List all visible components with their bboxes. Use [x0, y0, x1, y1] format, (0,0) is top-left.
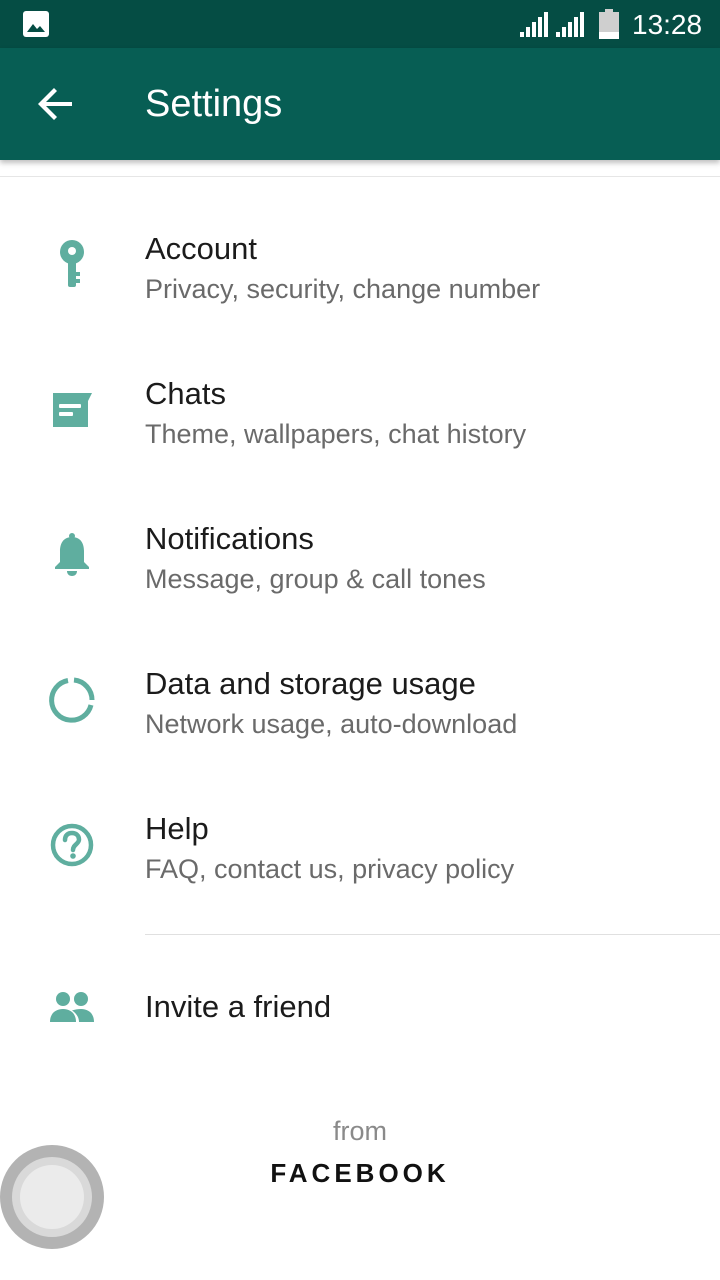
settings-item-notifications[interactable]: Notifications Message, group & call tone… [0, 485, 720, 630]
arrow-left-icon [38, 88, 72, 120]
gallery-icon [23, 11, 49, 37]
page-title: Settings [145, 83, 283, 125]
signal-icon [520, 12, 548, 37]
key-icon [60, 240, 84, 287]
settings-item-subtitle: Network usage, auto-download [145, 709, 518, 739]
back-button[interactable] [20, 68, 92, 140]
divider [0, 176, 720, 177]
divider [145, 934, 720, 935]
status-bar: 13:28 [0, 0, 720, 48]
brand-label: FACEBOOK [270, 1158, 450, 1188]
invite-friend-label: Invite a friend [145, 989, 332, 1024]
invite-friend-item[interactable]: Invite a friend [0, 952, 720, 1062]
assistive-touch-button[interactable] [0, 1145, 104, 1249]
settings-item-title: Chats [145, 376, 226, 411]
settings-item-title: Data and storage usage [145, 666, 476, 701]
help-icon [50, 823, 94, 867]
assistive-touch-core [20, 1165, 84, 1229]
signal-icon [556, 12, 584, 37]
settings-item-subtitle: Privacy, security, change number [145, 274, 541, 304]
app-bar: Settings [0, 48, 720, 160]
settings-item-chats[interactable]: Chats Theme, wallpapers, chat history [0, 340, 720, 485]
settings-item-subtitle: Theme, wallpapers, chat history [145, 419, 527, 449]
from-label: from [333, 1116, 387, 1146]
settings-item-title: Help [145, 811, 209, 846]
bell-icon [55, 533, 89, 576]
status-time: 13:28 [632, 9, 703, 40]
settings-item-title: Account [145, 231, 258, 266]
chat-icon [53, 393, 92, 427]
settings-screen: 13:28 Settings Account Privacy, security… [0, 0, 720, 1280]
settings-item-data-storage[interactable]: Data and storage usage Network usage, au… [0, 630, 720, 775]
settings-item-title: Notifications [145, 521, 314, 556]
battery-icon [599, 9, 619, 39]
people-icon [50, 992, 94, 1022]
settings-item-account[interactable]: Account Privacy, security, change number [0, 195, 720, 340]
settings-item-subtitle: FAQ, contact us, privacy policy [145, 854, 515, 884]
data-usage-icon [49, 677, 95, 723]
settings-item-help[interactable]: Help FAQ, contact us, privacy policy [0, 775, 720, 920]
settings-item-subtitle: Message, group & call tones [145, 564, 486, 594]
